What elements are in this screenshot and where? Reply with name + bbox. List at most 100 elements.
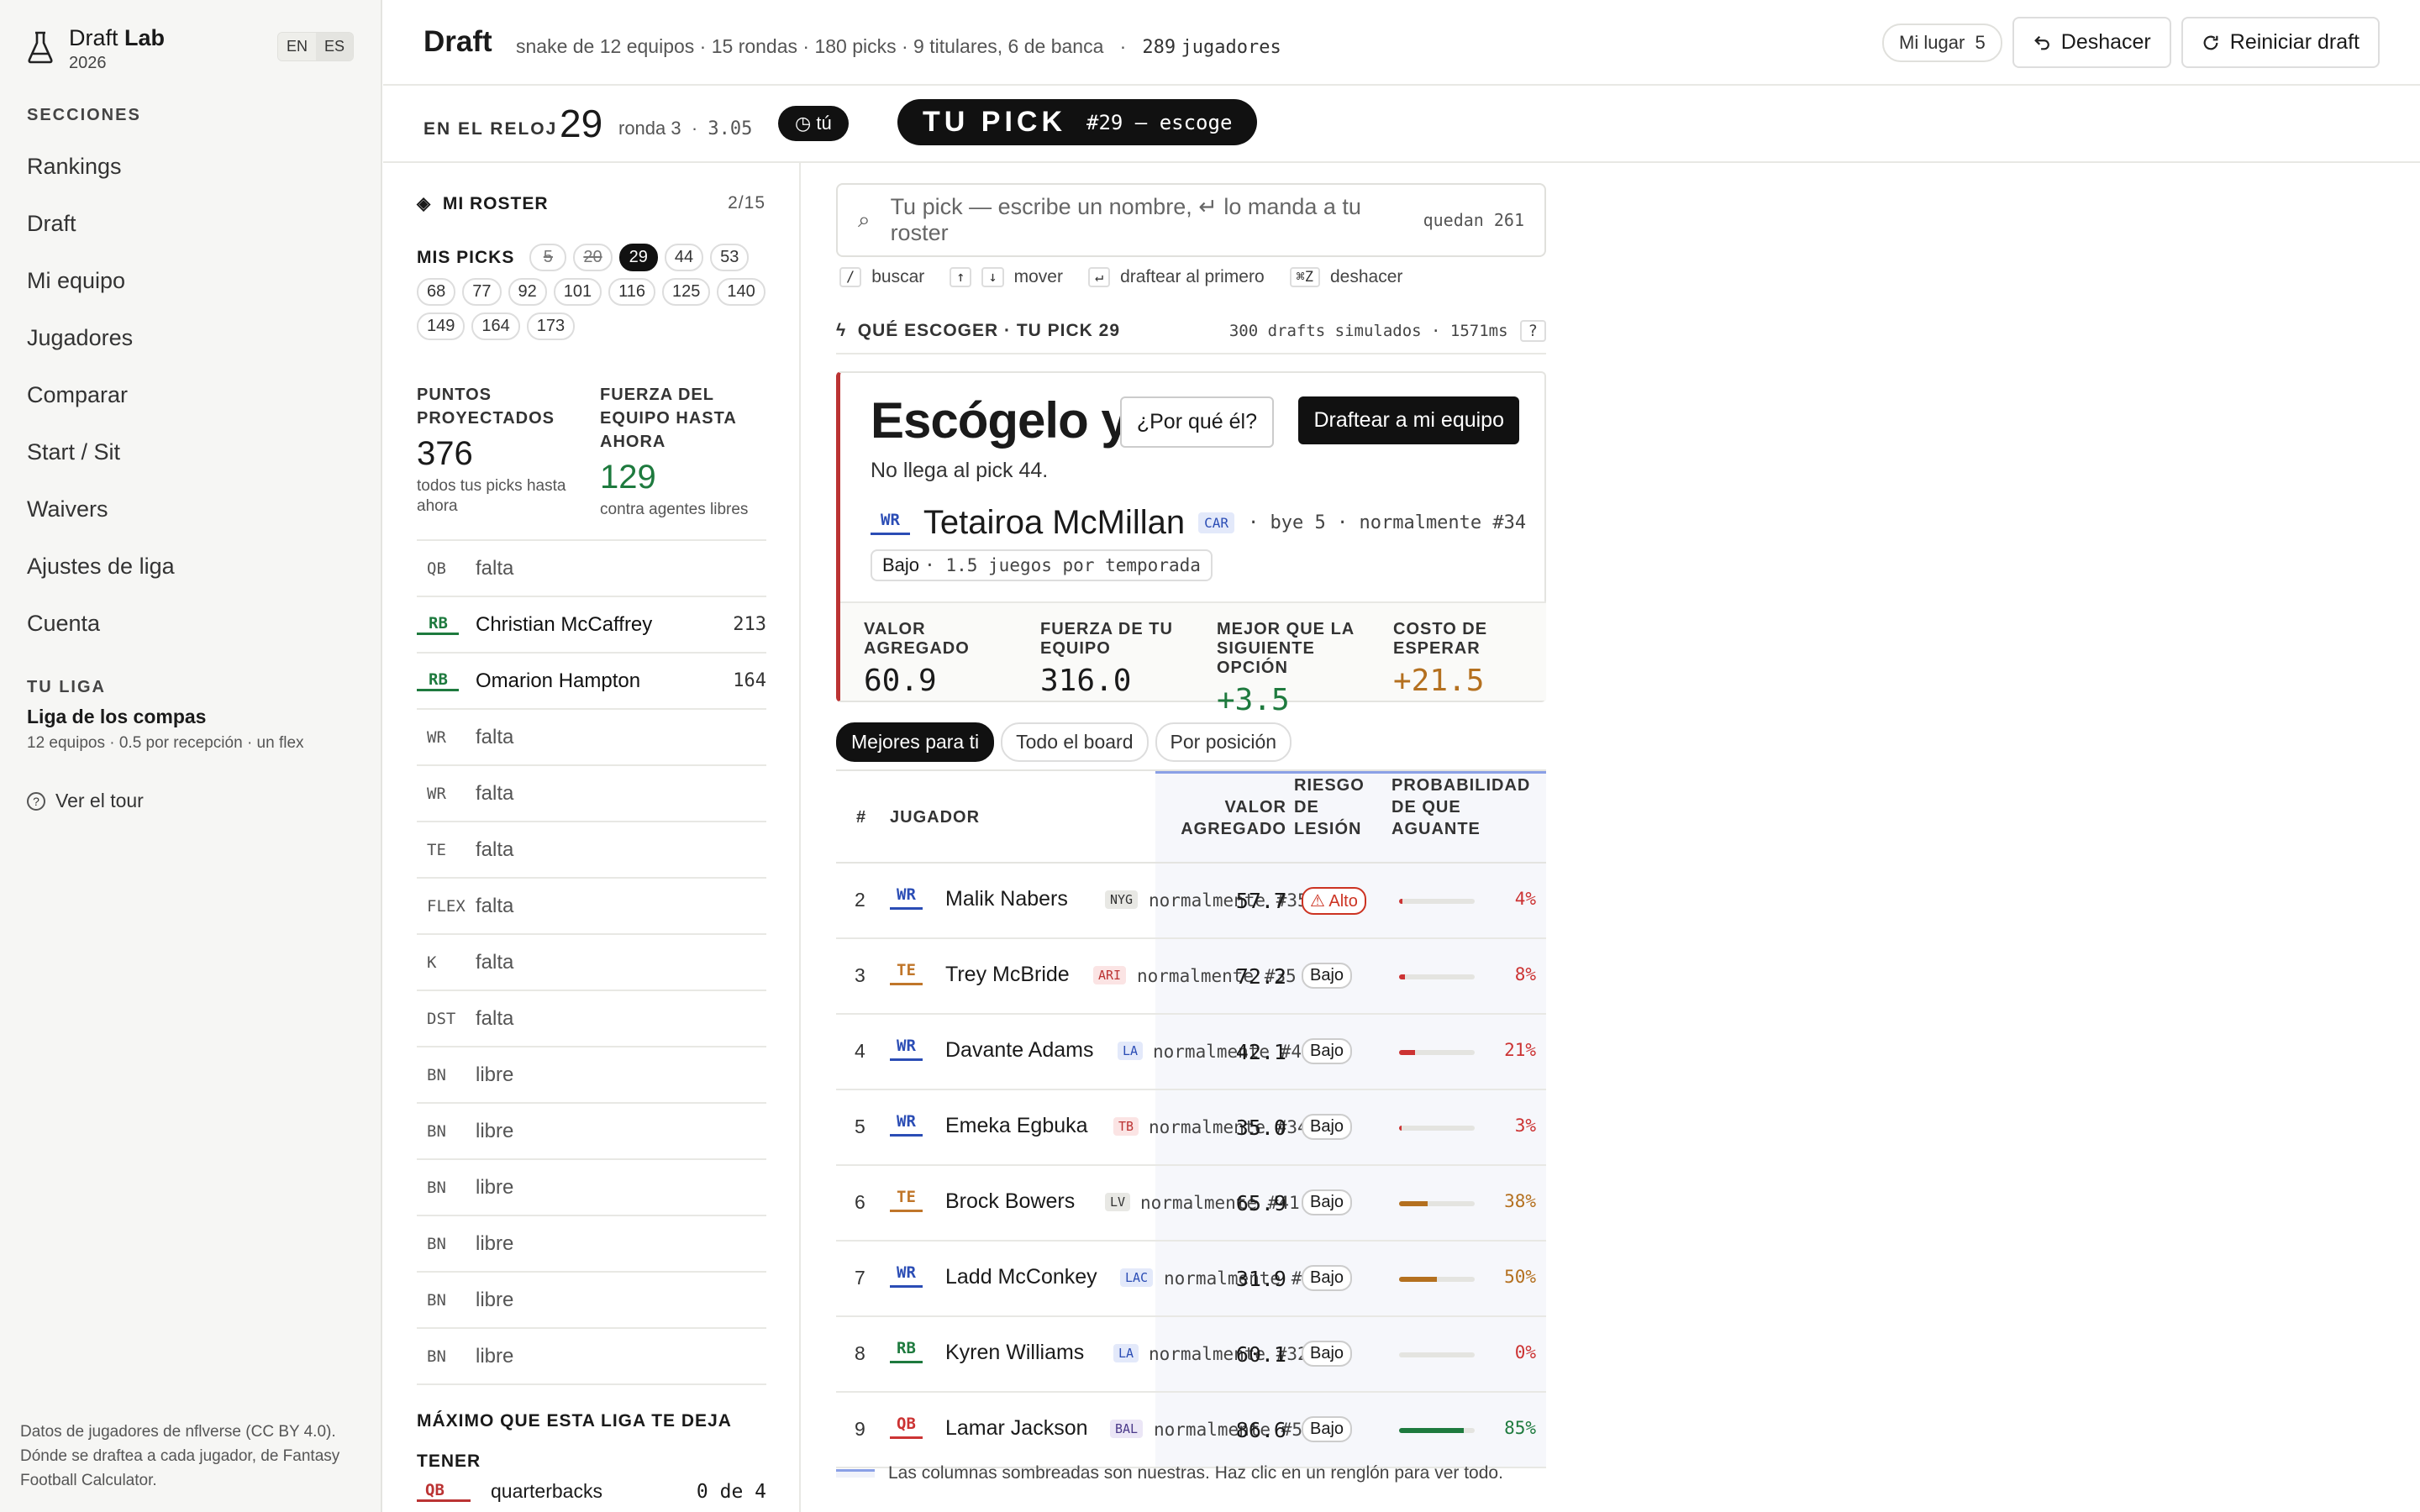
row-rank: 9 bbox=[855, 1418, 865, 1440]
value-added: 42.1 bbox=[1235, 1040, 1286, 1064]
tab-todo-el-board[interactable]: Todo el board bbox=[1001, 722, 1149, 762]
slot-position: WR bbox=[427, 727, 446, 747]
undo-button[interactable]: Deshacer bbox=[2012, 17, 2171, 68]
injury-risk-badge: Bajo bbox=[1302, 1038, 1353, 1064]
slot-position: BN bbox=[427, 1290, 446, 1310]
remaining-count: quedan 261 bbox=[1423, 210, 1524, 230]
page-header: Draft snake de 12 equipos · 15 rondas · … bbox=[383, 0, 2420, 86]
table-row[interactable]: 9 QB Lamar Jackson BAL normalmente #54 86.6 Ba… bbox=[836, 1393, 1546, 1468]
col-player[interactable]: JUGADOR bbox=[890, 806, 980, 828]
reset-draft-button[interactable]: Reiniciar draft bbox=[2181, 17, 2380, 68]
sidebar-item-waivers[interactable]: Waivers bbox=[27, 491, 175, 548]
col-injury-risk[interactable]: RIESGO DE LESIÓN bbox=[1294, 774, 1365, 840]
survive-probability: 3% bbox=[1514, 1116, 1536, 1136]
roster-slot[interactable]: BN libre bbox=[417, 1271, 766, 1327]
pick-chip: 92 bbox=[508, 278, 547, 306]
draft-to-team-button[interactable]: Draftear a mi equipo bbox=[1298, 396, 1519, 444]
row-rank: 4 bbox=[855, 1040, 865, 1062]
roster-slot[interactable]: TE falta bbox=[417, 821, 766, 877]
team-badge: LA bbox=[1113, 1344, 1139, 1362]
draft-settings-summary: snake de 12 equipos · 15 rondas · 180 pi… bbox=[516, 35, 1281, 58]
why-him-button[interactable]: ¿Por qué él? bbox=[1119, 396, 1274, 448]
brand[interactable]: Draft Lab 2026 bbox=[27, 25, 165, 73]
sidebar-item-rankings[interactable]: Rankings bbox=[27, 148, 175, 205]
player-search-input[interactable]: ⌕ Tu pick — escribe un nombre, ↵ lo mand… bbox=[836, 183, 1546, 257]
team-badge: ARI bbox=[1093, 966, 1127, 984]
slot-player: falta bbox=[476, 837, 514, 861]
on-clock-pick: 29 bbox=[560, 102, 603, 145]
mi-lugar-badge[interactable]: Mi lugar 5 bbox=[1882, 23, 2002, 62]
col-value-added[interactable]: VALOR AGREGADO bbox=[1155, 796, 1286, 840]
table-row[interactable]: 6 TE Brock Bowers LV normalmente #41 65.9 Bajo… bbox=[836, 1166, 1546, 1242]
help-circle-icon: ? bbox=[27, 791, 45, 811]
help-button[interactable]: ? bbox=[1519, 320, 1546, 342]
roster-slot[interactable]: BN libre bbox=[417, 1046, 766, 1102]
league-name[interactable]: Liga de los compas bbox=[27, 706, 206, 728]
my-picks-label: MIS PICKS bbox=[417, 247, 515, 267]
slot-position: BN bbox=[427, 1065, 446, 1084]
col-rank[interactable]: # bbox=[856, 806, 866, 828]
sidebar-item-cuenta[interactable]: Cuenta bbox=[27, 605, 175, 662]
slot-position: BN bbox=[427, 1178, 446, 1197]
roster-slot[interactable]: DST falta bbox=[417, 990, 766, 1046]
sidebar-item-comparar[interactable]: Comparar bbox=[27, 376, 175, 433]
pick-chip: 164 bbox=[471, 312, 520, 340]
tab-mejores-para-ti[interactable]: Mejores para ti bbox=[836, 722, 995, 762]
table-row[interactable]: 3 TE Trey McBride ARI normalmente #35 72.2 Baj… bbox=[836, 939, 1546, 1015]
roster-slot[interactable]: BN libre bbox=[417, 1327, 766, 1383]
refresh-icon bbox=[2203, 35, 2218, 50]
roster-slot[interactable]: Kfalta bbox=[417, 933, 766, 990]
lang-es-button[interactable]: ES bbox=[316, 33, 354, 60]
injury-risk-badge: Bajo bbox=[1302, 1341, 1353, 1367]
projected-points-stat: PUNTOS PROYECTADOS 376 todos tus picks h… bbox=[417, 386, 566, 515]
lang-en-button[interactable]: EN bbox=[278, 33, 317, 60]
sidebar-item-ajustes-de-liga[interactable]: Ajustes de liga bbox=[27, 548, 175, 605]
col-survive-probability[interactable]: PROBABILIDAD DE QUE AGUANTE bbox=[1392, 774, 1530, 840]
roster-count: 2/15 bbox=[728, 193, 765, 213]
table-header: # JUGADOR VALOR AGREGADO RIESGO DE LESIÓN P… bbox=[836, 769, 1546, 864]
table-row[interactable]: 7 WR Ladd McConkey LAC normalmente #44 31.9 Ba… bbox=[836, 1242, 1546, 1317]
roster-slot[interactable]: BN libre bbox=[417, 1158, 766, 1215]
slot-position: QB bbox=[427, 559, 446, 578]
survive-probability-bar bbox=[1399, 1428, 1475, 1433]
tour-link[interactable]: ? Ver el tour bbox=[27, 790, 144, 812]
undo-icon bbox=[2033, 35, 2049, 50]
row-rank: 3 bbox=[855, 964, 865, 986]
sidebar-item-jugadores[interactable]: Jugadores bbox=[27, 319, 175, 376]
roster-slot[interactable]: WR falta bbox=[417, 764, 766, 821]
roster-slot[interactable]: RB Christian McCaffrey 213 bbox=[417, 596, 766, 652]
injury-risk-badge: Bajo · 1.5 juegos por temporada bbox=[871, 549, 1213, 581]
roster-slot[interactable]: BN libre bbox=[417, 1215, 766, 1271]
recommended-player[interactable]: WR Tetairoa McMillan CAR · bye 5 · norma… bbox=[871, 504, 1526, 542]
roster-slot[interactable]: WR falta bbox=[417, 708, 766, 764]
survive-probability: 4% bbox=[1514, 889, 1536, 909]
table-row[interactable]: 2 WR Malik Nabers NYG normalmente #35 57.7 ⚠ A… bbox=[836, 864, 1546, 939]
roster-slot[interactable]: FLEX falta bbox=[417, 877, 766, 933]
table-row[interactable]: 5 WR Emeka Egbuka TB normalmente #34 35.0 Bajo… bbox=[836, 1090, 1546, 1166]
roster-slot[interactable]: RB Omarion Hampton 164 bbox=[417, 652, 766, 708]
suggestion-header: ϟ QUÉ ESCOGER · TU PICK 29 300 drafts si… bbox=[836, 309, 1546, 354]
recommendation-metrics: VALOR AGREGADO 60.9 FUERZA DE TU EQUIPO 31… bbox=[840, 601, 1546, 717]
survive-probability-bar bbox=[1399, 1277, 1475, 1282]
simulation-info: 300 drafts simulados · 1571ms bbox=[1228, 322, 1508, 340]
player-name: Tetairoa McMillan bbox=[923, 504, 1186, 541]
tab-por-posicion[interactable]: Por posición bbox=[1155, 722, 1292, 762]
value-added: 35.0 bbox=[1235, 1116, 1286, 1140]
sidebar-item-start-sit[interactable]: Start / Sit bbox=[27, 433, 175, 491]
slot-player: Omarion Hampton bbox=[476, 669, 641, 692]
my-picks-list: MIS PICKS 5 20 29 44 53 68 77 92 101 116 125 140 149… bbox=[417, 244, 786, 340]
sidebar-item-mi-equipo[interactable]: Mi equipo bbox=[27, 262, 175, 319]
team-badge: LV bbox=[1105, 1193, 1131, 1211]
position-badge: RB bbox=[890, 1339, 923, 1363]
metric-value-added: VALOR AGREGADO 60.9 bbox=[864, 620, 970, 698]
search-icon: ⌕ bbox=[858, 207, 871, 232]
position-badge: WR bbox=[890, 885, 923, 910]
table-row[interactable]: 8 RB Kyren Williams LA normalmente #32 60.1 Ba… bbox=[836, 1317, 1546, 1393]
sidebar-item-draft[interactable]: Draft bbox=[27, 205, 175, 262]
roster-slot[interactable]: QB falta bbox=[417, 539, 766, 596]
data-credits: Datos de jugadores de nflverse (CC BY 4.… bbox=[20, 1423, 340, 1489]
on-clock-label: EN EL RELOJ bbox=[424, 119, 558, 139]
table-row[interactable]: 4 WR Davante Adams LA normalmente #41 42.1 Baj… bbox=[836, 1015, 1546, 1090]
pick-chip: 5 bbox=[529, 244, 567, 271]
roster-slot[interactable]: BN libre bbox=[417, 1102, 766, 1158]
